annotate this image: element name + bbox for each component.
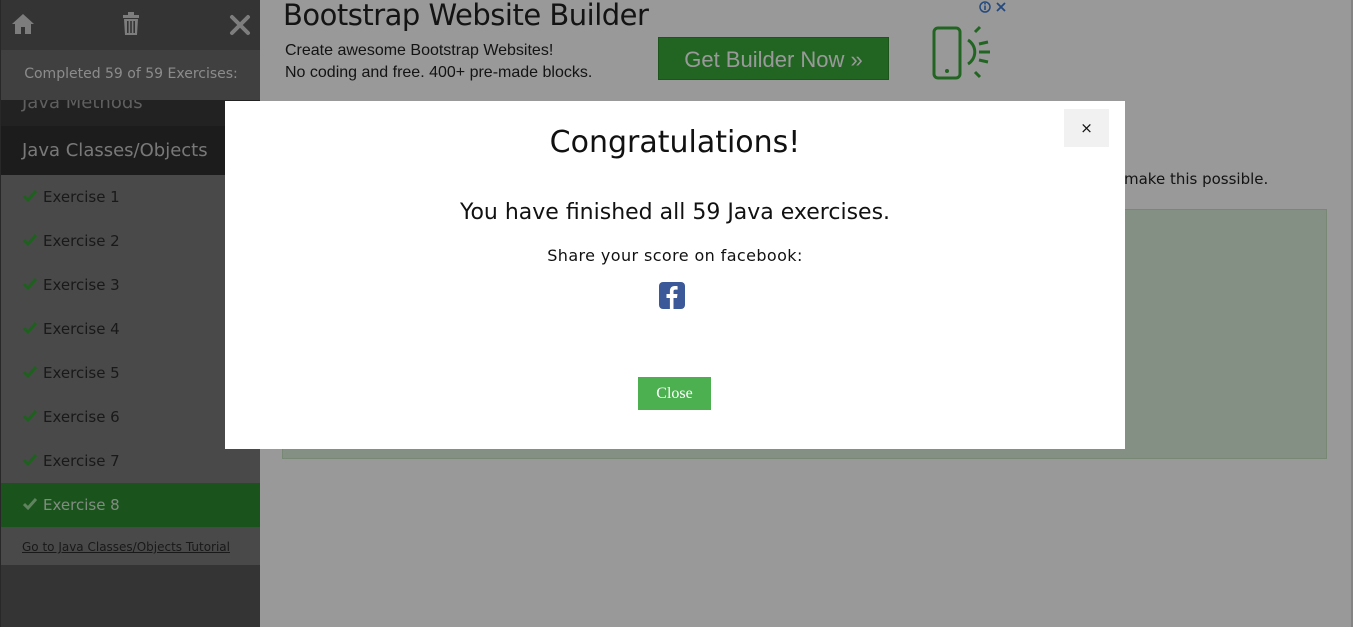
congrats-modal: × Congratulations! You have finished all… [225,101,1125,449]
modal-message: You have finished all 59 Java exercises. [459,200,891,225]
close-button[interactable]: Close [638,377,711,410]
modal-title: Congratulations! [549,125,801,160]
facebook-icon[interactable] [659,282,685,309]
share-text: Share your score on facebook: [547,246,803,265]
